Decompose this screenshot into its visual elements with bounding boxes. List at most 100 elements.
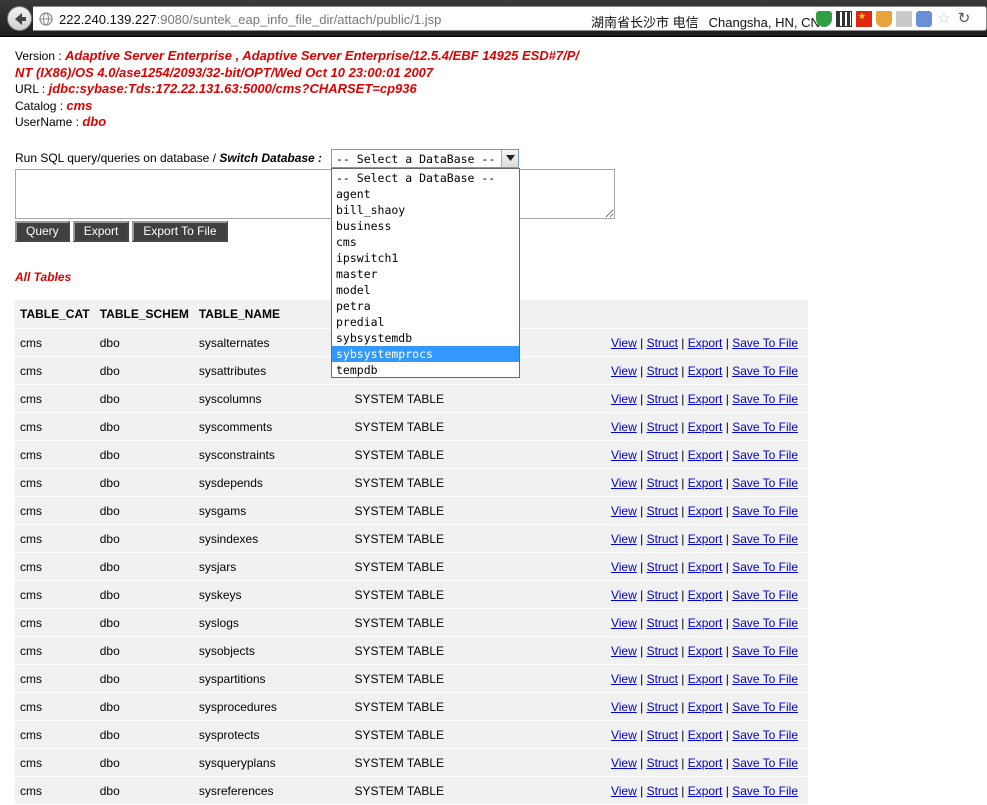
struct-link[interactable]: Struct (647, 504, 678, 518)
view-link[interactable]: View (611, 504, 637, 518)
database-option[interactable]: -- Select a DataBase -- (332, 170, 519, 186)
save-to-file-link[interactable]: Save To File (732, 504, 798, 518)
view-link[interactable]: View (611, 392, 637, 406)
save-to-file-link[interactable]: Save To File (732, 756, 798, 770)
save-to-file-link[interactable]: Save To File (732, 476, 798, 490)
extension-puzzle-icon[interactable] (916, 11, 932, 27)
view-link[interactable]: View (611, 364, 637, 378)
export-link[interactable]: Export (688, 728, 723, 742)
save-to-file-link[interactable]: Save To File (732, 784, 798, 798)
url-text[interactable]: 222.240.139.227:9080/suntek_eap_info_fil… (59, 12, 441, 27)
struct-link[interactable]: Struct (647, 784, 678, 798)
database-option[interactable]: tempdb (332, 362, 519, 378)
china-flag-icon[interactable] (856, 11, 872, 27)
database-option[interactable]: master (332, 266, 519, 282)
export-button[interactable]: Export (72, 221, 130, 242)
view-link[interactable]: View (611, 728, 637, 742)
save-to-file-link[interactable]: Save To File (732, 728, 798, 742)
struct-link[interactable]: Struct (647, 756, 678, 770)
database-option[interactable]: bill_shaoy (332, 202, 519, 218)
save-to-file-link[interactable]: Save To File (732, 420, 798, 434)
view-link[interactable]: View (611, 532, 637, 546)
reload-icon[interactable]: ↻ (956, 11, 972, 27)
struct-link[interactable]: Struct (647, 532, 678, 546)
export-link[interactable]: Export (688, 504, 723, 518)
struct-link[interactable]: Struct (647, 420, 678, 434)
save-to-file-link[interactable]: Save To File (732, 392, 798, 406)
database-select[interactable]: -- Select a DataBase -- (331, 149, 519, 168)
view-link[interactable]: View (611, 336, 637, 350)
save-to-file-link[interactable]: Save To File (732, 364, 798, 378)
database-option[interactable]: predial (332, 314, 519, 330)
extension-cup-icon[interactable] (876, 11, 892, 27)
view-link[interactable]: View (611, 784, 637, 798)
export-link[interactable]: Export (688, 616, 723, 630)
export-link[interactable]: Export (688, 476, 723, 490)
save-to-file-link[interactable]: Save To File (732, 560, 798, 574)
export-to-file-button[interactable]: Export To File (132, 221, 228, 242)
view-link[interactable]: View (611, 476, 637, 490)
view-link[interactable]: View (611, 616, 637, 630)
save-to-file-link[interactable]: Save To File (732, 336, 798, 350)
address-bar[interactable]: 222.240.139.227:9080/suntek_eap_info_fil… (33, 6, 987, 31)
struct-link[interactable]: Struct (647, 672, 678, 686)
export-link[interactable]: Export (688, 784, 723, 798)
save-to-file-link[interactable]: Save To File (732, 588, 798, 602)
view-link[interactable]: View (611, 756, 637, 770)
save-to-file-link[interactable]: Save To File (732, 672, 798, 686)
database-option[interactable]: business (332, 218, 519, 234)
struct-link[interactable]: Struct (647, 336, 678, 350)
save-to-file-link[interactable]: Save To File (732, 700, 798, 714)
export-link[interactable]: Export (688, 644, 723, 658)
sql-query-input[interactable] (15, 169, 615, 219)
save-to-file-link[interactable]: Save To File (732, 644, 798, 658)
struct-link[interactable]: Struct (647, 700, 678, 714)
database-option[interactable]: sybsystemprocs (332, 346, 519, 362)
export-link[interactable]: Export (688, 588, 723, 602)
export-link[interactable]: Export (688, 700, 723, 714)
struct-link[interactable]: Struct (647, 364, 678, 378)
shield-icon[interactable] (816, 11, 832, 27)
export-link[interactable]: Export (688, 560, 723, 574)
database-option[interactable]: ipswitch1 (332, 250, 519, 266)
struct-link[interactable]: Struct (647, 588, 678, 602)
database-option[interactable]: sybsystemdb (332, 330, 519, 346)
query-button[interactable]: Query (15, 221, 70, 242)
view-link[interactable]: View (611, 700, 637, 714)
view-link[interactable]: View (611, 420, 637, 434)
view-link[interactable]: View (611, 560, 637, 574)
cell-table-type: SYSTEM TABLE (349, 609, 450, 637)
dropdown-arrow[interactable] (501, 150, 518, 167)
struct-link[interactable]: Struct (647, 616, 678, 630)
export-link[interactable]: Export (688, 336, 723, 350)
export-link[interactable]: Export (688, 756, 723, 770)
save-to-file-link[interactable]: Save To File (732, 616, 798, 630)
struct-link[interactable]: Struct (647, 476, 678, 490)
view-link[interactable]: View (611, 644, 637, 658)
database-option[interactable]: model (332, 282, 519, 298)
cell-table-type: SYSTEM TABLE (349, 665, 450, 693)
save-to-file-link[interactable]: Save To File (732, 532, 798, 546)
view-link[interactable]: View (611, 448, 637, 462)
view-link[interactable]: View (611, 672, 637, 686)
struct-link[interactable]: Struct (647, 728, 678, 742)
struct-link[interactable]: Struct (647, 392, 678, 406)
export-link[interactable]: Export (688, 448, 723, 462)
save-to-file-link[interactable]: Save To File (732, 448, 798, 462)
export-link[interactable]: Export (688, 672, 723, 686)
export-link[interactable]: Export (688, 532, 723, 546)
java-icon[interactable] (896, 11, 912, 27)
qr-code-icon[interactable] (836, 11, 852, 27)
struct-link[interactable]: Struct (647, 644, 678, 658)
back-button[interactable] (7, 6, 32, 31)
export-link[interactable]: Export (688, 364, 723, 378)
database-option[interactable]: agent (332, 186, 519, 202)
struct-link[interactable]: Struct (647, 448, 678, 462)
export-link[interactable]: Export (688, 392, 723, 406)
struct-link[interactable]: Struct (647, 560, 678, 574)
export-link[interactable]: Export (688, 420, 723, 434)
view-link[interactable]: View (611, 588, 637, 602)
bookmark-star-icon[interactable]: ☆ (936, 11, 952, 27)
database-option[interactable]: petra (332, 298, 519, 314)
database-option[interactable]: cms (332, 234, 519, 250)
